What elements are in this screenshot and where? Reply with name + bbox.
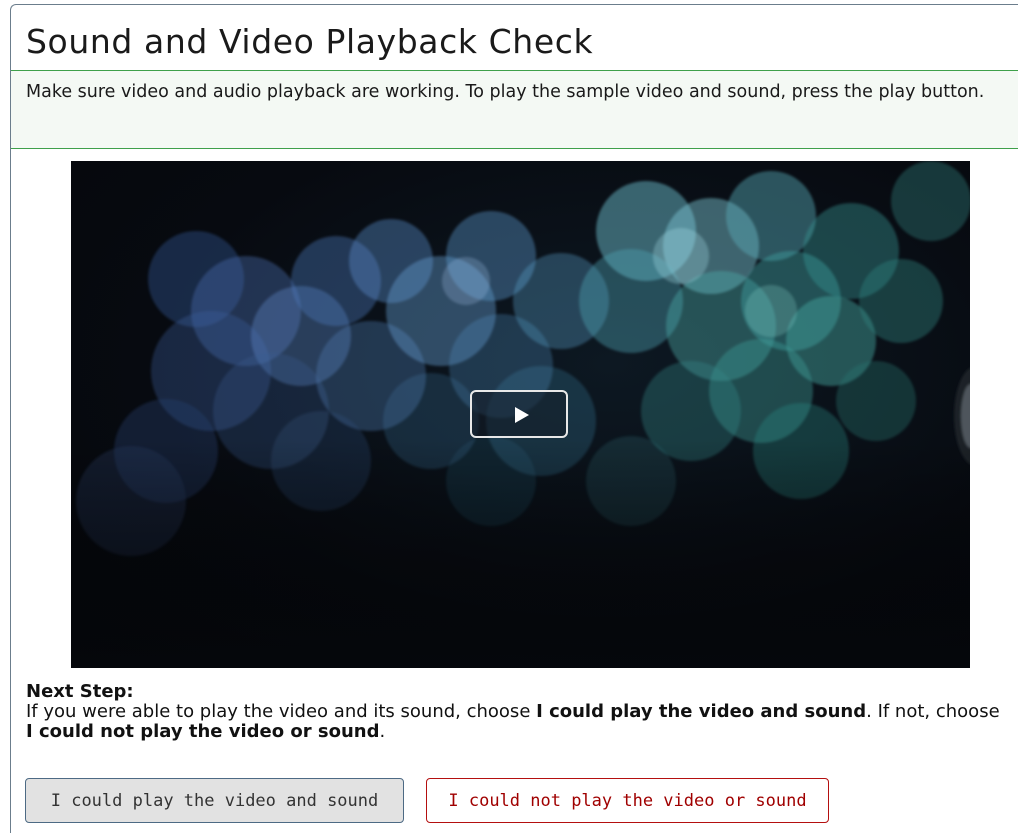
next-step-option-play: I could play the video and sound bbox=[536, 701, 867, 722]
page-title: Sound and Video Playback Check bbox=[26, 22, 594, 61]
next-step-text-part: . bbox=[379, 721, 386, 742]
instructions-panel: Make sure video and audio playback are w… bbox=[11, 70, 1018, 149]
next-step-option-no-play: I could not play the video or sound bbox=[26, 721, 380, 742]
sample-video-player[interactable] bbox=[71, 161, 970, 668]
could-not-play-button[interactable]: I could not play the video or sound bbox=[426, 778, 829, 823]
play-icon bbox=[515, 407, 529, 423]
play-button[interactable] bbox=[470, 390, 568, 438]
could-play-button[interactable]: I could play the video and sound bbox=[25, 778, 404, 823]
next-step-text: If you were able to play the video and i… bbox=[26, 702, 1006, 742]
next-step-text-part: . If not, choose bbox=[866, 701, 1000, 722]
next-step-heading: Next Step: bbox=[26, 681, 134, 702]
next-step-text-part: If you were able to play the video and i… bbox=[26, 701, 537, 722]
instructions-text: Make sure video and audio playback are w… bbox=[26, 82, 985, 102]
